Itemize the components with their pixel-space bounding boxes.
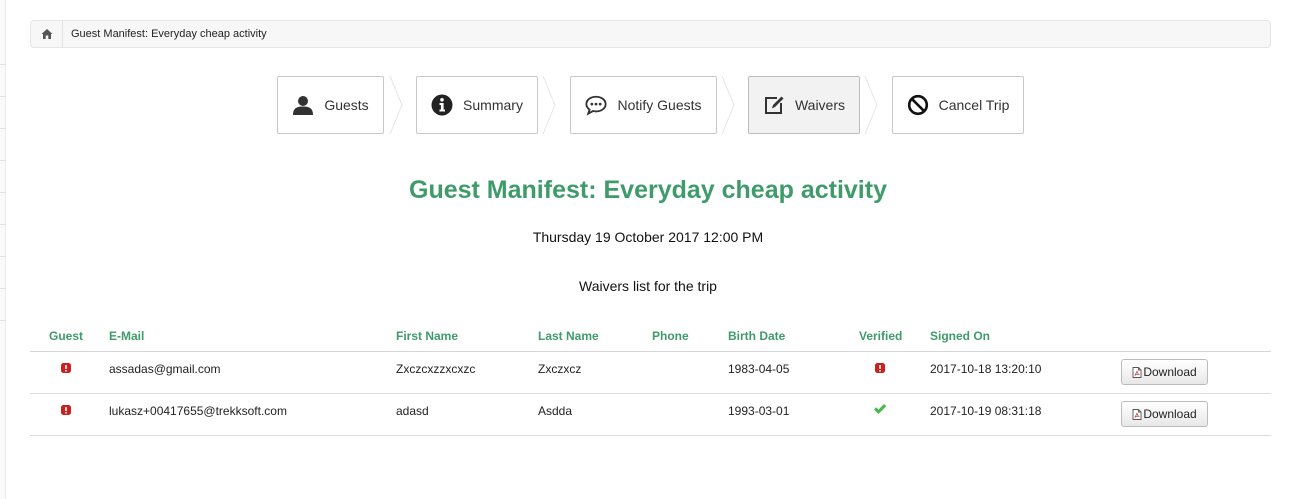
header-birth-date: Birth Date — [728, 329, 786, 343]
table-row: lukasz+00417655@trekksoft.com adasd Asdd… — [30, 394, 1271, 436]
header-signed-on: Signed On — [930, 329, 990, 343]
step-separator-icon — [864, 76, 878, 134]
info-icon — [431, 94, 453, 116]
cell-birth-date: 1983-04-05 — [728, 362, 790, 376]
cell-last-name: Zxczxcz — [538, 362, 582, 376]
download-button-label: Download — [1143, 365, 1197, 379]
waivers-list-title: Waivers list for the trip — [579, 278, 717, 294]
page-title: Guest Manifest: Everyday cheap activity — [409, 176, 887, 204]
checkmark-icon — [874, 404, 887, 414]
file-pdf-icon — [1132, 366, 1142, 378]
user-icon — [293, 96, 314, 115]
step-guests-label: Guests — [324, 97, 369, 113]
header-phone: Phone — [652, 329, 689, 343]
step-summary-label: Summary — [463, 97, 523, 113]
download-button[interactable]: Download — [1121, 359, 1208, 385]
step-cancel-trip[interactable]: Cancel Trip — [892, 76, 1024, 134]
header-last-name: Last Name — [538, 329, 599, 343]
breadcrumb-home[interactable] — [31, 21, 63, 47]
error-icon — [875, 363, 885, 373]
wizard-steps: Guests Summary Notify Guests Waivers Can… — [0, 76, 1296, 134]
waivers-table: Guest E-Mail First Name Last Name Phone … — [30, 320, 1271, 436]
breadcrumb: Guest Manifest: Everyday cheap activity — [30, 20, 1271, 48]
step-cancel-trip-label: Cancel Trip — [938, 97, 1010, 113]
error-icon — [61, 363, 71, 373]
edit-icon — [764, 96, 784, 114]
cell-signed-on: 2017-10-18 13:20:10 — [930, 362, 1042, 376]
header-guest: Guest — [49, 329, 84, 343]
file-pdf-icon — [1132, 408, 1142, 420]
breadcrumb-current: Guest Manifest: Everyday cheap activity — [71, 28, 267, 40]
error-icon — [61, 405, 71, 415]
step-summary[interactable]: Summary — [416, 76, 538, 134]
cell-email: assadas@gmail.com — [109, 362, 221, 376]
step-notify-guests[interactable]: Notify Guests — [570, 76, 717, 134]
cell-last-name: Asdda — [538, 404, 573, 418]
step-separator-icon — [721, 76, 735, 134]
chat-bubble-icon — [585, 95, 608, 116]
trip-date: Thursday 19 October 2017 12:00 PM — [532, 229, 764, 245]
table-header: Guest E-Mail First Name Last Name Phone … — [30, 320, 1271, 352]
download-button-label: Download — [1143, 407, 1197, 421]
table-row: assadas@gmail.com Zxczcxzzxcxzc Zxczxcz … — [30, 352, 1271, 394]
header-verified: Verified — [859, 329, 903, 343]
cell-email: lukasz+00417655@trekksoft.com — [109, 404, 287, 418]
home-icon — [41, 29, 52, 39]
step-waivers[interactable]: Waivers — [748, 76, 860, 134]
ban-icon — [907, 94, 928, 116]
cell-first-name: adasd — [396, 404, 429, 418]
step-separator-icon — [542, 76, 556, 134]
step-guests[interactable]: Guests — [277, 76, 384, 134]
cell-birth-date: 1993-03-01 — [728, 404, 790, 418]
header-first-name: First Name — [396, 329, 459, 343]
download-button[interactable]: Download — [1121, 401, 1208, 427]
step-separator-icon — [389, 76, 403, 134]
step-waivers-label: Waivers — [794, 97, 846, 113]
cell-signed-on: 2017-10-19 08:31:18 — [930, 404, 1042, 418]
left-edge-strip — [0, 0, 6, 499]
step-notify-guests-label: Notify Guests — [617, 97, 702, 113]
cell-first-name: Zxczcxzzxcxzc — [396, 362, 476, 376]
header-email: E-Mail — [109, 329, 145, 343]
